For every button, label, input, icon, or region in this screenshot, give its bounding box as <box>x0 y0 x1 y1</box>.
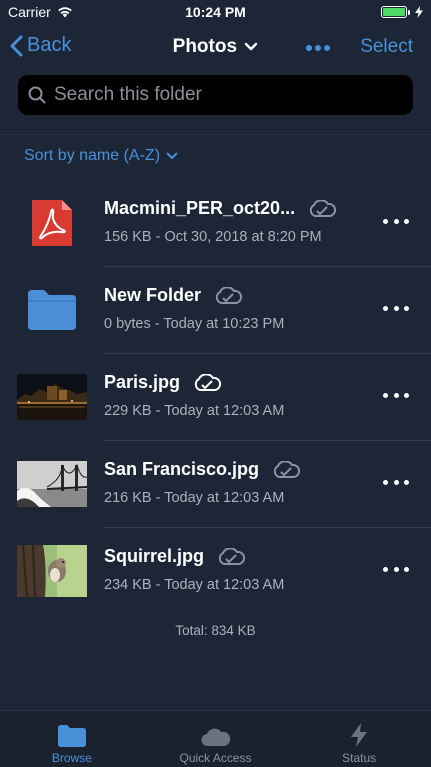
file-name-text: Macmini_PER_oct20... <box>104 198 296 218</box>
file-name-text: Squirrel.jpg <box>104 546 205 566</box>
row-more-button[interactable] <box>383 472 409 492</box>
battery-icon <box>381 6 410 18</box>
cloud-check-icon <box>273 460 301 478</box>
row-more-button[interactable] <box>383 559 409 579</box>
file-name: New Folder <box>104 285 243 306</box>
search-icon <box>28 86 46 104</box>
tab-label: Quick Access <box>179 751 252 765</box>
file-meta: 156 KB - Oct 30, 2018 at 8:20 PM <box>104 229 322 245</box>
file-name: Paris.jpg <box>104 372 222 393</box>
file-list: Macmini_PER_oct20... 156 KB - Oct 30, 20… <box>0 180 431 615</box>
status-right <box>381 6 423 18</box>
file-row-folder[interactable]: New Folder 0 bytes - Today at 10:23 PM <box>0 267 431 354</box>
tab-label: Status <box>342 751 377 765</box>
file-row-image[interactable]: San Francisco.jpg 216 KB - Today at 12:0… <box>0 441 431 528</box>
search-input[interactable] <box>54 84 394 106</box>
charging-icon <box>415 6 423 18</box>
file-meta: 0 bytes - Today at 10:23 PM <box>104 316 285 332</box>
pdf-icon <box>17 200 87 246</box>
file-meta: 229 KB - Today at 12:03 AM <box>104 403 285 419</box>
row-more-button[interactable] <box>383 298 409 318</box>
ellipsis-icon <box>306 45 330 51</box>
chevron-left-icon <box>10 35 23 56</box>
file-name: San Francisco.jpg <box>104 459 301 480</box>
tab-status[interactable]: Status <box>287 711 431 767</box>
more-options-icon[interactable] <box>306 34 330 64</box>
chevron-down-icon <box>245 42 258 51</box>
carrier-label: Carrier <box>8 4 51 20</box>
cloud-check-icon <box>194 373 222 391</box>
row-more-button[interactable] <box>383 211 409 231</box>
tab-browse[interactable]: Browse <box>0 711 144 767</box>
select-button[interactable]: Select <box>360 36 413 58</box>
file-row-image[interactable]: Squirrel.jpg 234 KB - Today at 12:03 AM <box>0 528 431 615</box>
cloud-check-icon <box>218 547 246 565</box>
chevron-down-icon <box>166 152 178 159</box>
status-left: Carrier <box>8 4 73 20</box>
cloud-check-icon <box>215 286 243 304</box>
navigation-bar: Back Photos Select <box>0 26 431 70</box>
header-divider <box>0 134 431 135</box>
file-name: Squirrel.jpg <box>104 546 246 567</box>
file-row-image[interactable]: Paris.jpg 229 KB - Today at 12:03 AM <box>0 354 431 441</box>
file-name-text: New Folder <box>104 285 202 305</box>
file-row-pdf[interactable]: Macmini_PER_oct20... 156 KB - Oct 30, 20… <box>0 180 431 267</box>
lightning-icon <box>351 723 368 747</box>
tab-bar: Browse Quick Access Status <box>0 710 431 767</box>
file-name-text: Paris.jpg <box>104 372 181 392</box>
tab-label: Browse <box>51 751 92 765</box>
file-name-text: San Francisco.jpg <box>104 459 260 479</box>
back-label: Back <box>27 34 72 56</box>
squirrel-thumbnail <box>17 545 87 597</box>
cloud-icon <box>200 728 230 747</box>
status-bar: Carrier 10:24 PM <box>0 0 431 24</box>
file-meta: 234 KB - Today at 12:03 AM <box>104 577 285 593</box>
file-meta: 216 KB - Today at 12:03 AM <box>104 490 285 506</box>
search-bar[interactable] <box>18 75 413 115</box>
folder-icon <box>17 287 87 333</box>
back-button[interactable]: Back <box>10 34 71 57</box>
page-title-text: Photos <box>172 36 238 57</box>
row-more-button[interactable] <box>383 385 409 405</box>
total-size: Total: 834 KB <box>175 623 256 638</box>
tab-quick-access[interactable]: Quick Access <box>144 711 288 767</box>
sort-label: Sort by name (A-Z) <box>24 147 161 164</box>
wifi-icon <box>57 7 72 18</box>
battery-fill <box>383 8 405 16</box>
sort-dropdown[interactable]: Sort by name (A-Z) <box>24 147 178 165</box>
cloud-check-icon <box>309 199 337 217</box>
folder-icon <box>57 725 86 747</box>
paris-thumbnail <box>17 374 87 420</box>
file-name: Macmini_PER_oct20... <box>104 198 337 219</box>
san-francisco-thumbnail <box>17 461 87 507</box>
